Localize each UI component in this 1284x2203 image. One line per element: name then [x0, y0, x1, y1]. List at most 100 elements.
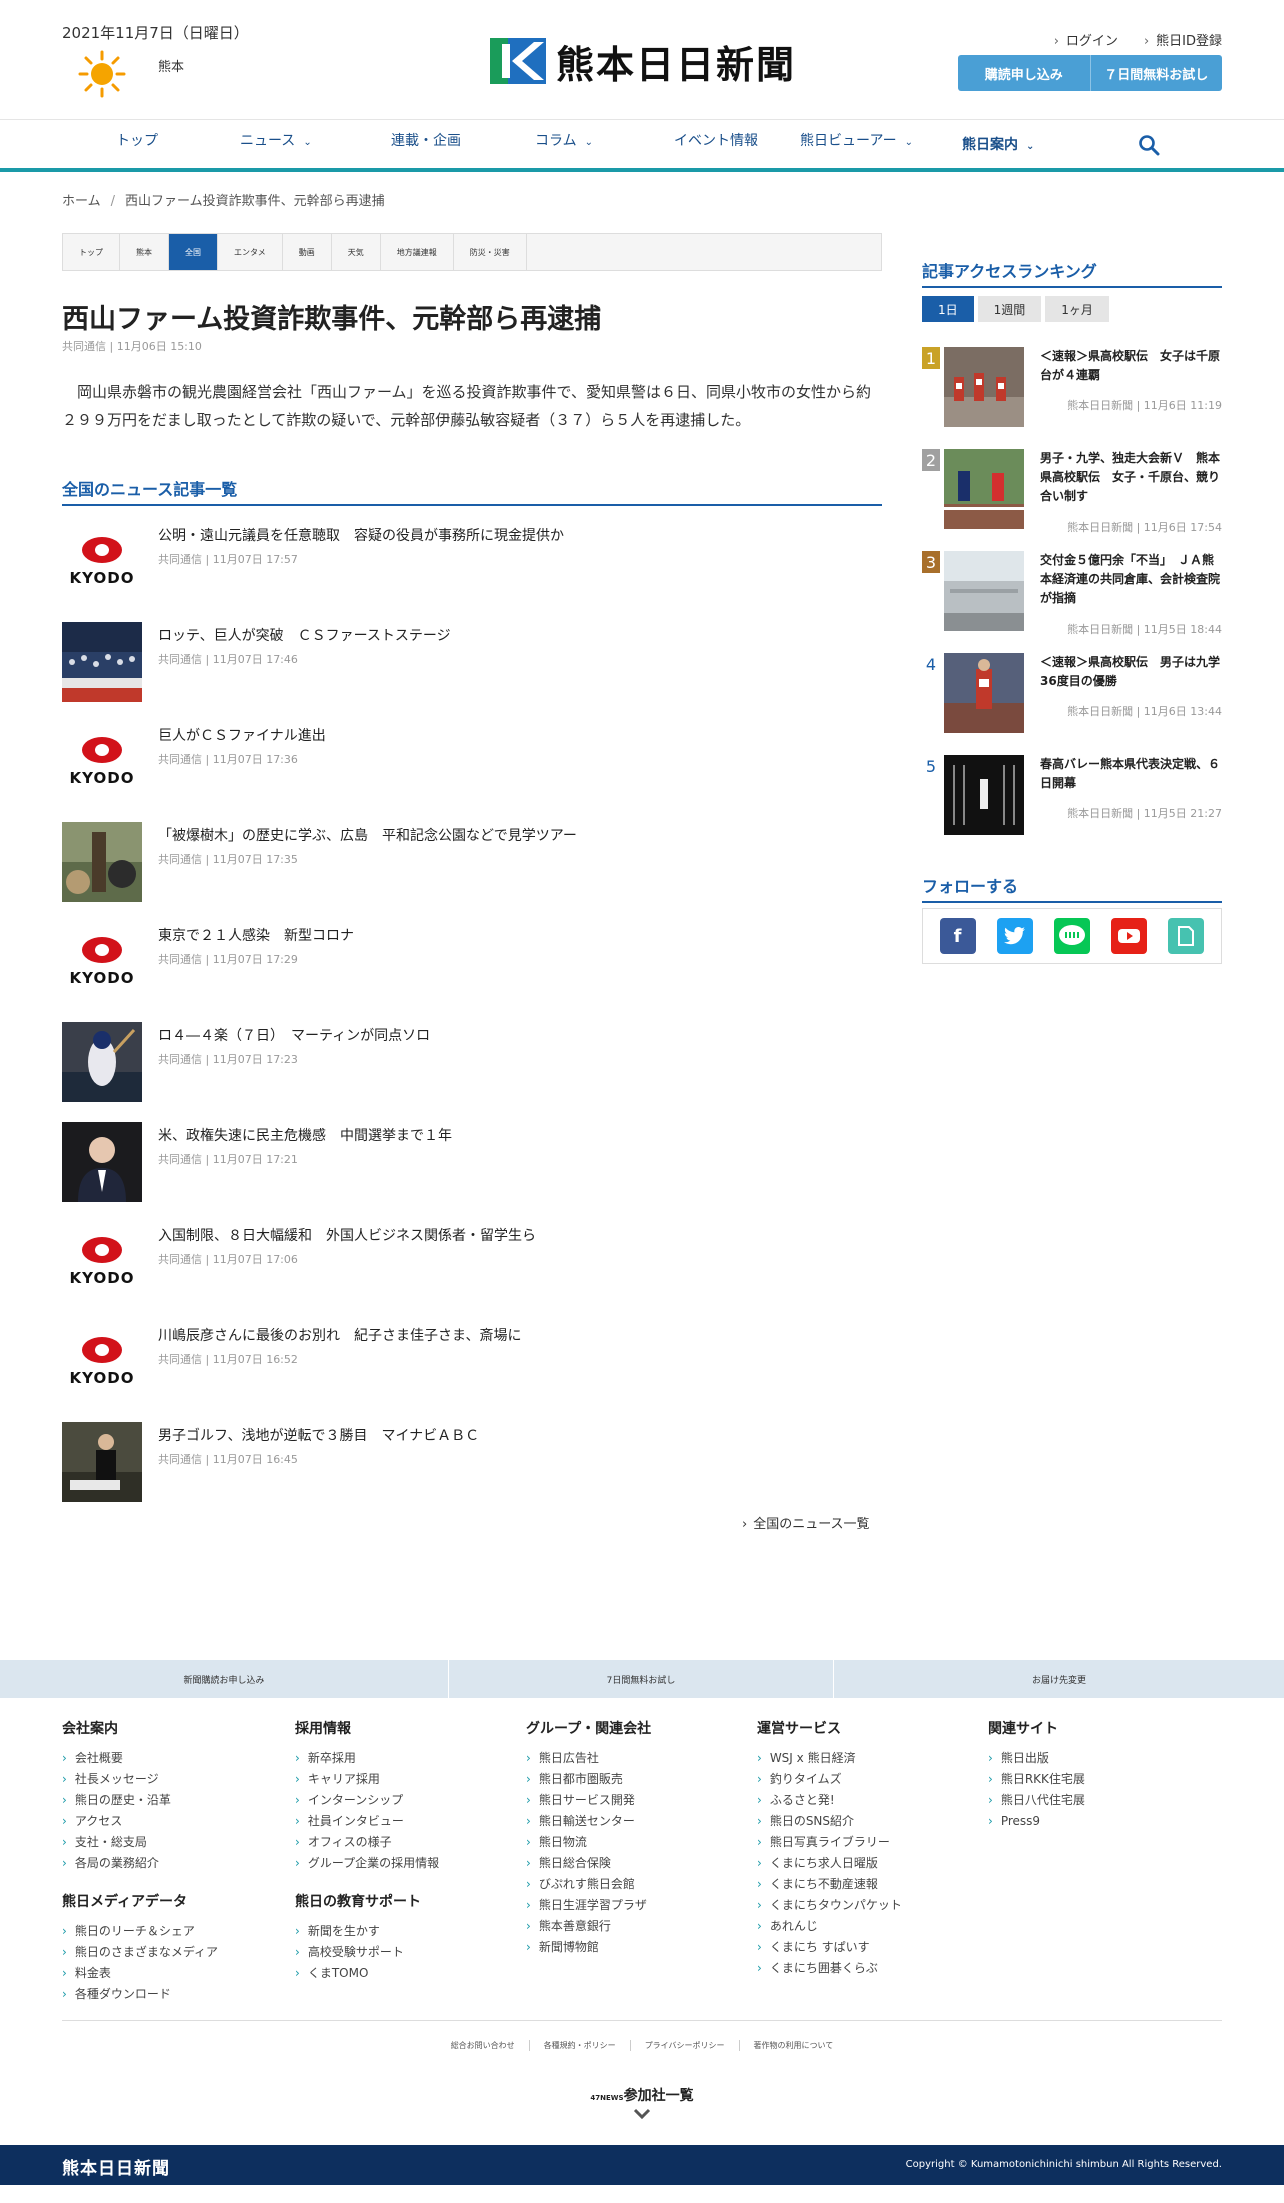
footer-link[interactable]: 熊日サービス開発	[526, 1790, 651, 1811]
footer-link[interactable]: 熊日写真ライブラリー	[757, 1832, 902, 1853]
tab-weather[interactable]: 天気	[332, 234, 381, 270]
ranking-item[interactable]: 4 ＜速報＞県高校駅伝 男子は九学36度目の優勝 熊本日日新聞 | 11月6日 …	[922, 653, 1222, 753]
footer-link[interactable]: 熊日輸送センター	[526, 1811, 651, 1832]
footer-link[interactable]: くまにち すぱいす	[757, 1937, 902, 1958]
footer-link[interactable]: WSJ x 熊日経済	[757, 1748, 902, 1769]
copyright-use-link[interactable]: 著作物の利用について	[740, 2040, 848, 2051]
news-item[interactable]: KYODO 川嶋辰彦さんに最後のお別れ 紀子さま佳子さま、斎場に 共同通信 | …	[62, 1322, 882, 1422]
news-title[interactable]: 巨人がＣＳファイナル進出	[158, 725, 326, 745]
contact-link[interactable]: 総合お問い合わせ	[437, 2040, 530, 2051]
news-item[interactable]: 「被爆樹木」の歴史に学ぶ、広島 平和記念公園などで見学ツアー 共同通信 | 11…	[62, 822, 882, 922]
footer-link[interactable]: 熊日広告社	[526, 1748, 651, 1769]
rank-title[interactable]: 男子・九学、独走大会新Ｖ 熊本県高校駅伝 女子・千原台、競り合い制す	[1040, 449, 1222, 506]
footer-link[interactable]: 新卒採用	[295, 1748, 439, 1769]
tab-video[interactable]: 動画	[283, 234, 332, 270]
member-companies-toggle[interactable]: 47NEWS参加社一覧	[0, 2085, 1284, 2105]
news-title[interactable]: ロッテ、巨人が突破 ＣＳファーストステージ	[158, 625, 451, 645]
footer-link[interactable]: 熊日出版	[988, 1748, 1085, 1769]
footer-link[interactable]: 熊日総合保険	[526, 1853, 651, 1874]
footer-link[interactable]: びぷれす熊日会館	[526, 1874, 651, 1895]
ranking-item[interactable]: 1 ＜速報＞県高校駅伝 女子は千原台が４連覇 熊本日日新聞 | 11月6日 11…	[922, 347, 1222, 447]
terms-link[interactable]: 各種規約・ポリシー	[530, 2040, 631, 2051]
national-news-more-link[interactable]: 全国のニュース一覧	[742, 1513, 869, 1532]
news-item[interactable]: ロ４―４楽（７日） マーティンが同点ソロ 共同通信 | 11月07日 17:23	[62, 1022, 882, 1122]
nav-top[interactable]: トップ	[116, 130, 158, 150]
privacy-link[interactable]: プライバシーポリシー	[631, 2040, 740, 2051]
news-item[interactable]: 米、政権失速に民主危機感 中間選挙まで１年 共同通信 | 11月07日 17:2…	[62, 1122, 882, 1222]
news-title[interactable]: 川嶋辰彦さんに最後のお別れ 紀子さま佳子さま、斎場に	[158, 1325, 521, 1345]
tab-1week[interactable]: 1週間	[977, 296, 1042, 322]
footer-link[interactable]: 新聞博物館	[526, 1937, 651, 1958]
news-item[interactable]: KYODO 入国制限、８日大幅緩和 外国人ビジネス関係者・留学生ら 共同通信 |…	[62, 1222, 882, 1322]
footer-link[interactable]: 熊日RKK住宅展	[988, 1769, 1085, 1790]
news-title[interactable]: 東京で２１人感染 新型コロナ	[158, 925, 354, 945]
news-title[interactable]: 公明・遠山元議員を任意聴取 容疑の役員が事務所に現金提供か	[158, 525, 564, 545]
footer-link[interactable]: 熊日生涯学習プラザ	[526, 1895, 651, 1916]
site-logo[interactable]: 熊本日日新聞	[490, 36, 796, 87]
footer-link[interactable]: 高校受験サポート	[295, 1942, 421, 1963]
footer-link[interactable]: 熊日都市圏販売	[526, 1769, 651, 1790]
tab-disaster[interactable]: 防災・災害	[454, 234, 527, 270]
nav-guide[interactable]: 熊日案内 ⌄	[962, 134, 1034, 154]
footer-link[interactable]: グループ企業の採用情報	[295, 1853, 439, 1874]
login-link[interactable]: ログイン	[1054, 30, 1118, 49]
tab-entertainment[interactable]: エンタメ	[218, 234, 283, 270]
footer-link[interactable]: 熊日の歴史・沿革	[62, 1790, 171, 1811]
news-item[interactable]: KYODO 東京で２１人感染 新型コロナ 共同通信 | 11月07日 17:29	[62, 922, 882, 1022]
footer-link[interactable]: 熊日物流	[526, 1832, 651, 1853]
news-title[interactable]: 男子ゴルフ、浅地が逆転で３勝目 マイナビＡＢＣ	[158, 1425, 479, 1445]
nav-events[interactable]: イベント情報	[674, 130, 758, 150]
rank-title[interactable]: 交付金５億円余「不当」 ＪＡ熊本経済連の共同倉庫、会計検査院が指摘	[1040, 551, 1222, 608]
footer-link[interactable]: ふるさと発!	[757, 1790, 902, 1811]
footer-link[interactable]: 熊日八代住宅展	[988, 1790, 1085, 1811]
tab-national[interactable]: 全国	[169, 234, 218, 270]
tab-1day[interactable]: 1日	[922, 296, 974, 322]
tab-kumamoto[interactable]: 熊本	[120, 234, 169, 270]
footer-link[interactable]: 各局の業務紹介	[62, 1853, 171, 1874]
ranking-item[interactable]: 5 春高バレー熊本県代表決定戦、６日開幕 熊本日日新聞 | 11月5日 21:2…	[922, 755, 1222, 855]
note-icon[interactable]	[1168, 918, 1205, 954]
footer-link[interactable]: くまにちタウンパケット	[757, 1895, 902, 1916]
tab-top[interactable]: トップ	[63, 234, 120, 270]
tab-1month[interactable]: 1ヶ月	[1045, 296, 1109, 322]
footer-link[interactable]: 各種ダウンロード	[62, 1984, 218, 2005]
line-icon[interactable]	[1053, 918, 1090, 954]
footer-link[interactable]: 社長メッセージ	[62, 1769, 171, 1790]
footer-link[interactable]: アクセス	[62, 1811, 171, 1832]
nav-series[interactable]: 連載・企画	[391, 130, 461, 150]
footer-address-change-link[interactable]: お届け先変更	[834, 1660, 1284, 1698]
news-item[interactable]: 男子ゴルフ、浅地が逆転で３勝目 マイナビＡＢＣ 共同通信 | 11月07日 16…	[62, 1422, 882, 1522]
rank-title[interactable]: ＜速報＞県高校駅伝 女子は千原台が４連覇	[1040, 347, 1222, 385]
tab-local[interactable]: 地方議連報	[381, 234, 454, 270]
rank-title[interactable]: 春高バレー熊本県代表決定戦、６日開幕	[1040, 755, 1222, 793]
footer-link[interactable]: 会社概要	[62, 1748, 171, 1769]
footer-link[interactable]: くまにち不動産速報	[757, 1874, 902, 1895]
footer-link[interactable]: 熊日のリーチ＆シェア	[62, 1921, 218, 1942]
youtube-icon[interactable]	[1111, 918, 1148, 954]
news-item[interactable]: KYODO 巨人がＣＳファイナル進出 共同通信 | 11月07日 17:36	[62, 722, 882, 822]
footer-subscribe-link[interactable]: 新聞購読お申し込み	[0, 1660, 449, 1698]
footer-trial-link[interactable]: 7日間無料お試し	[449, 1660, 834, 1698]
facebook-icon[interactable]: f	[939, 918, 976, 954]
footer-link[interactable]: Press9	[988, 1811, 1085, 1832]
news-title[interactable]: 「被爆樹木」の歴史に学ぶ、広島 平和記念公園などで見学ツアー	[158, 825, 577, 845]
rank-title[interactable]: ＜速報＞県高校駅伝 男子は九学36度目の優勝	[1040, 653, 1222, 691]
footer-link[interactable]: 釣りタイムズ	[757, 1769, 902, 1790]
news-item[interactable]: ロッテ、巨人が突破 ＣＳファーストステージ 共同通信 | 11月07日 17:4…	[62, 622, 882, 722]
footer-link[interactable]: 社員インタビュー	[295, 1811, 439, 1832]
footer-link[interactable]: 熊本善意銀行	[526, 1916, 651, 1937]
chevron-down-icon[interactable]	[632, 2106, 652, 2122]
footer-link[interactable]: オフィスの様子	[295, 1832, 439, 1853]
footer-link[interactable]: くまにち囲碁くらぶ	[757, 1958, 902, 1979]
footer-link[interactable]: 新聞を生かす	[295, 1921, 421, 1942]
nav-viewer[interactable]: 熊日ビューアー ⌄	[800, 130, 913, 150]
subscribe-button[interactable]: 購読申し込み	[958, 55, 1091, 91]
free-trial-button[interactable]: ７日間無料お試し	[1091, 55, 1223, 91]
footer-link[interactable]: 支社・総支局	[62, 1832, 171, 1853]
news-item[interactable]: KYODO 公明・遠山元議員を任意聴取 容疑の役員が事務所に現金提供か 共同通信…	[62, 522, 882, 622]
twitter-icon[interactable]	[996, 918, 1033, 954]
news-title[interactable]: 入国制限、８日大幅緩和 外国人ビジネス関係者・留学生ら	[158, 1225, 536, 1245]
footer-link[interactable]: くまにち求人日曜版	[757, 1853, 902, 1874]
nav-column[interactable]: コラム ⌄	[535, 130, 593, 150]
news-title[interactable]: ロ４―４楽（７日） マーティンが同点ソロ	[158, 1025, 430, 1045]
